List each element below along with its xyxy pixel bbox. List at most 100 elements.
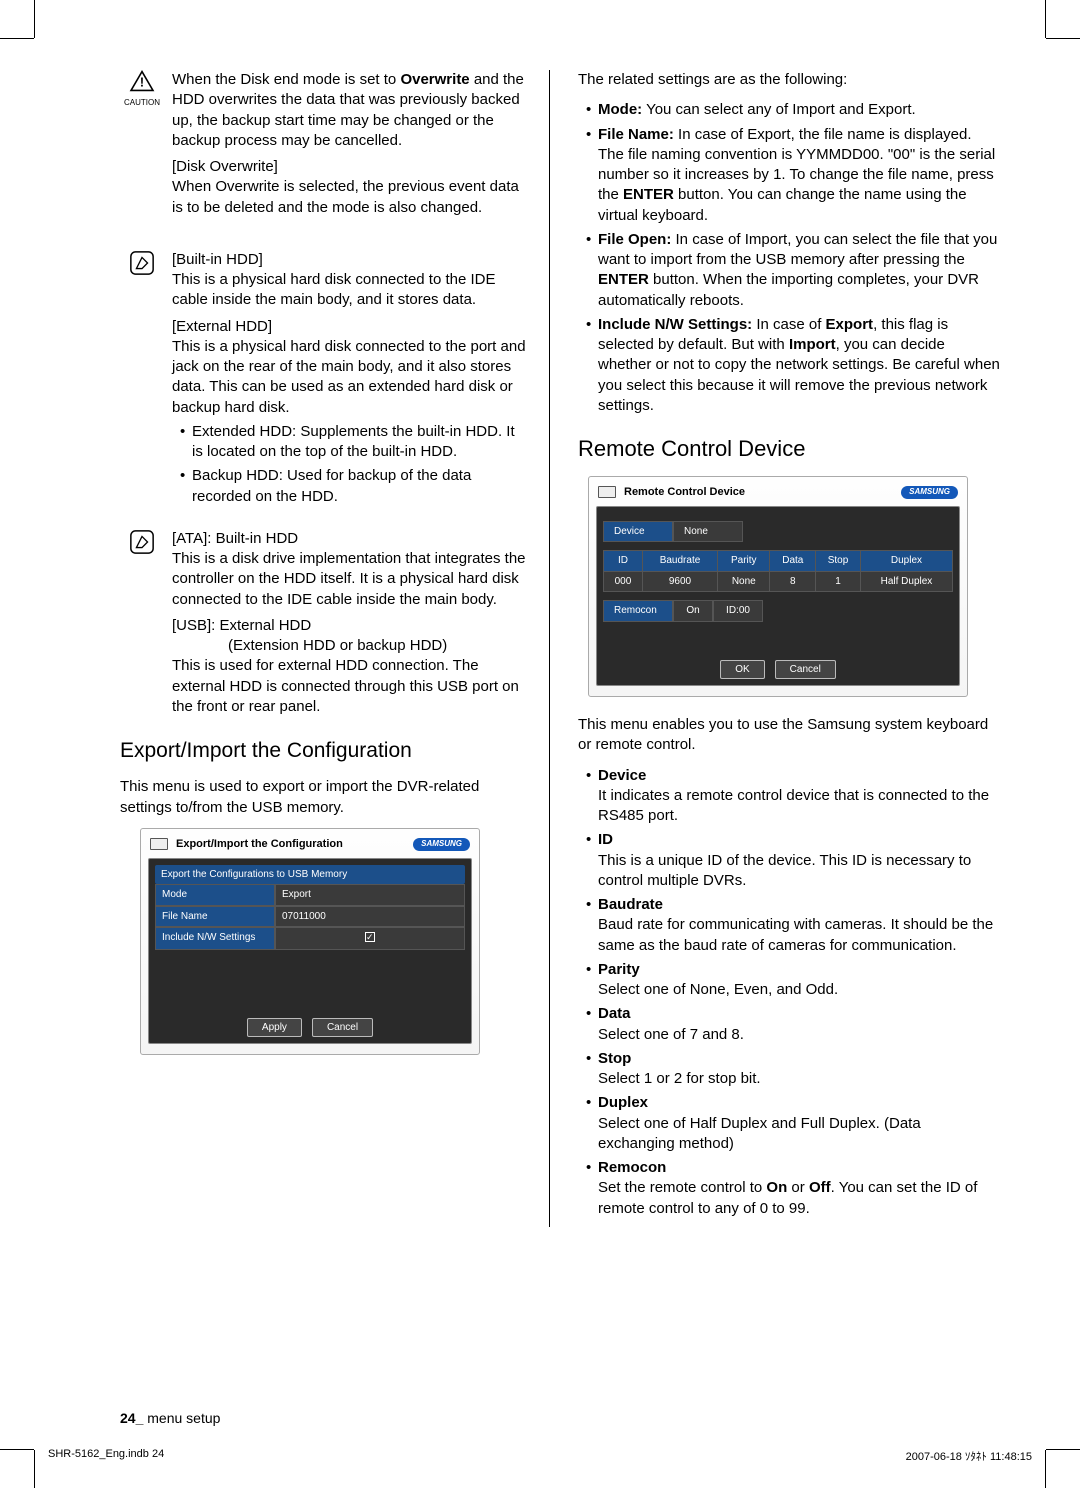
svg-text:!: ! bbox=[140, 76, 144, 90]
print-line: SHR-5162_Eng.indb 24 2007-06-18 ｿﾀﾈﾄ 11:… bbox=[48, 1448, 1032, 1464]
export-import-intro: This menu is used to export or import th… bbox=[120, 777, 527, 818]
cell-parity[interactable]: None bbox=[718, 571, 770, 592]
rc-intro: This menu enables you to use the Samsung… bbox=[578, 715, 1000, 756]
id-desc: This is a unique ID of the device. This … bbox=[598, 852, 971, 889]
list-item: File Name: In case of Export, the file n… bbox=[586, 125, 1000, 226]
include-nw-label: Include N/W Settings bbox=[155, 927, 275, 950]
col-parity: Parity bbox=[718, 551, 770, 572]
samsung-badge: SAMSUNG bbox=[413, 838, 470, 851]
printline-right: 2007-06-18 ｿﾀﾈﾄ 11:48:15 bbox=[906, 1448, 1032, 1464]
stop-bold: Stop bbox=[598, 1050, 631, 1067]
include-nw-checkbox[interactable] bbox=[275, 927, 465, 950]
window-icon bbox=[598, 486, 616, 498]
device-desc: It indicates a remote control device tha… bbox=[598, 787, 989, 824]
page-footer: 24_ menu setup bbox=[120, 1410, 220, 1426]
list-item: Extended HDD: Supplements the built-in H… bbox=[180, 422, 527, 463]
list-item: Parity Select one of None, Even, and Odd. bbox=[586, 960, 1000, 1001]
list-item: Device It indicates a remote control devi… bbox=[586, 766, 1000, 827]
remote-control-window: Remote Control Device SAMSUNG Device Non… bbox=[588, 476, 968, 697]
export-import-window: Export/Import the Configuration SAMSUNG … bbox=[140, 828, 480, 1055]
external-text: This is a physical hard disk connected t… bbox=[172, 337, 527, 418]
builtin-text: This is a physical hard disk connected t… bbox=[172, 270, 527, 311]
list-item: Mode: You can select any of Import and E… bbox=[586, 100, 1000, 120]
device-bold: Device bbox=[598, 767, 646, 784]
col-stop: Stop bbox=[816, 551, 861, 572]
cell-id[interactable]: 000 bbox=[604, 571, 643, 592]
col-id: ID bbox=[604, 551, 643, 572]
printline-left: SHR-5162_Eng.indb 24 bbox=[48, 1448, 164, 1464]
duplex-bold: Duplex bbox=[598, 1094, 648, 1111]
enter-bold: ENTER bbox=[598, 271, 649, 288]
col-duplex: Duplex bbox=[860, 551, 952, 572]
ata-text: This is a disk drive implementation that… bbox=[172, 549, 527, 610]
remote-control-heading: Remote Control Device bbox=[578, 434, 1000, 464]
note-body-1: [Built-in HDD] This is a physical hard d… bbox=[172, 250, 527, 515]
parity-bold: Parity bbox=[598, 961, 640, 978]
remocon-id[interactable]: ID:00 bbox=[713, 600, 763, 622]
rem-t1: Set the remote control to bbox=[598, 1179, 766, 1196]
list-item: File Open: In case of Import, you can se… bbox=[586, 230, 1000, 311]
external-label: [External HDD] bbox=[172, 317, 527, 337]
mode-label: Mode bbox=[155, 884, 275, 906]
caution-bold: Overwrite bbox=[400, 71, 469, 88]
table-row[interactable]: 000 9600 None 8 1 Half Duplex bbox=[604, 571, 953, 592]
caution-body: When the Disk end mode is set to Overwri… bbox=[172, 70, 527, 218]
builtin-label: [Built-in HDD] bbox=[172, 250, 527, 270]
baud-bold: Baudrate bbox=[598, 896, 663, 913]
cell-baudrate[interactable]: 9600 bbox=[642, 571, 717, 592]
mode-value[interactable]: Export bbox=[275, 884, 465, 906]
section-label: menu setup bbox=[143, 1410, 220, 1426]
ok-button[interactable]: OK bbox=[720, 660, 764, 680]
window-title: Export/Import the Configuration bbox=[176, 837, 343, 852]
import-bold: Import bbox=[789, 336, 836, 353]
window-title: Remote Control Device bbox=[624, 485, 745, 500]
cell-duplex[interactable]: Half Duplex bbox=[860, 571, 952, 592]
export-import-heading: Export/Import the Configuration bbox=[120, 737, 527, 765]
usb-label: [USB]: External HDD bbox=[172, 616, 527, 636]
id-bold: ID bbox=[598, 831, 613, 848]
filename-label: File Name bbox=[155, 906, 275, 928]
samsung-badge: SAMSUNG bbox=[901, 486, 958, 499]
cell-data[interactable]: 8 bbox=[770, 571, 816, 592]
usb-sub: (Extension HDD or backup HDD) bbox=[172, 636, 527, 656]
window-icon bbox=[150, 838, 168, 850]
parity-desc: Select one of None, Even, and Odd. bbox=[598, 981, 838, 998]
data-desc: Select one of 7 and 8. bbox=[598, 1026, 744, 1043]
col-baudrate: Baudrate bbox=[642, 551, 717, 572]
note-icon bbox=[120, 250, 164, 515]
list-item: Backup HDD: Used for backup of the data … bbox=[180, 466, 527, 507]
cancel-button[interactable]: Cancel bbox=[312, 1018, 373, 1038]
off-bold: Off bbox=[809, 1179, 831, 1196]
page-number: 24_ bbox=[120, 1410, 143, 1426]
remocon-label: Remocon bbox=[603, 600, 673, 622]
filename-bold: File Name: bbox=[598, 126, 674, 143]
export-subhead: Export the Configurations to USB Memory bbox=[155, 865, 465, 885]
ata-label: [ATA]: Built-in HDD bbox=[172, 529, 527, 549]
list-item: Stop Select 1 or 2 for stop bit. bbox=[586, 1049, 1000, 1090]
cancel-button[interactable]: Cancel bbox=[775, 660, 836, 680]
remocon-on[interactable]: On bbox=[673, 600, 713, 622]
rc-table: ID Baudrate Parity Data Stop Duplex 000 … bbox=[603, 550, 953, 592]
cell-stop[interactable]: 1 bbox=[816, 571, 861, 592]
stop-desc: Select 1 or 2 for stop bit. bbox=[598, 1070, 761, 1087]
caution-pre: When the Disk end mode is set to bbox=[172, 71, 400, 88]
note-body-2: [ATA]: Built-in HDD This is a disk drive… bbox=[172, 529, 527, 717]
list-item: RemoconSet the remote control to On or O… bbox=[586, 1158, 1000, 1219]
fileopen-bold: File Open: bbox=[598, 231, 671, 248]
fileopen-desc2: button. When the importing completes, yo… bbox=[598, 271, 979, 308]
caution-icon: ! CAUTION bbox=[120, 70, 164, 218]
list-item: Baudrate Baud rate for communicating with… bbox=[586, 895, 1000, 956]
related-intro: The related settings are as the followin… bbox=[578, 70, 1000, 90]
right-column: The related settings are as the followin… bbox=[550, 70, 1000, 1227]
filename-value[interactable]: 07011000 bbox=[275, 906, 465, 928]
duplex-desc: Select one of Half Duplex and Full Duple… bbox=[598, 1115, 921, 1152]
mode-desc: You can select any of Import and Export. bbox=[642, 101, 916, 118]
enter-bold: ENTER bbox=[623, 186, 674, 203]
device-label: Device bbox=[603, 521, 673, 543]
device-value[interactable]: None bbox=[673, 521, 743, 543]
apply-button[interactable]: Apply bbox=[247, 1018, 302, 1038]
remocon-bold: Remocon bbox=[598, 1159, 666, 1176]
includenw-bold: Include N/W Settings: bbox=[598, 316, 752, 333]
list-item: ID This is a unique ID of the device. Thi… bbox=[586, 830, 1000, 891]
baud-desc: Baud rate for communicating with cameras… bbox=[598, 916, 993, 953]
